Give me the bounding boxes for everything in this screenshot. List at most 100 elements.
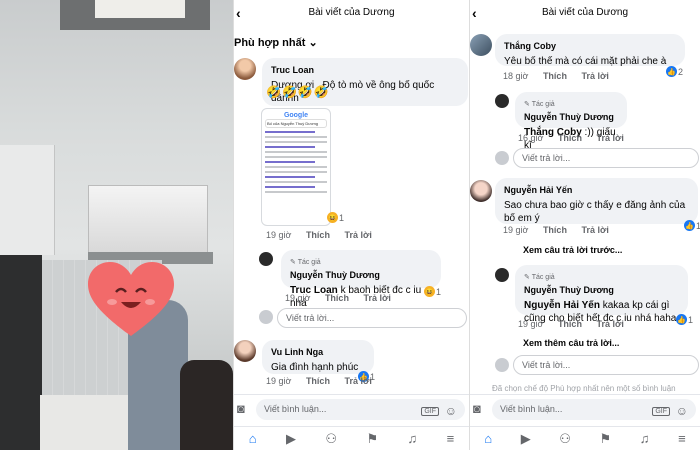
comments-panel-2: ‹ Bài viết của Dương Thắng Coby Yêu bố t… xyxy=(469,0,700,450)
bottom-nav: ⌂ ▶ ⚇ ⚑ ♫ ≡ xyxy=(234,426,469,450)
like-button[interactable]: Thích xyxy=(543,225,567,235)
reply-button[interactable]: Trả lời xyxy=(581,71,608,81)
reply-button[interactable]: Trả lời xyxy=(363,293,390,303)
reply-button[interactable]: Trả lời xyxy=(596,319,623,329)
groups-icon[interactable]: ⚇ xyxy=(559,431,571,447)
comment-text: Gia đình hạnh phúc xyxy=(271,362,359,373)
avatar[interactable] xyxy=(470,180,492,202)
filter-label: Phù hợp nhất xyxy=(234,37,306,49)
author-tag: ✎ Tác giả xyxy=(524,274,555,281)
like-button[interactable]: Thích xyxy=(543,71,567,81)
comment-bubble: Thắng Coby Yêu bố thế mà có cái mặt phải… xyxy=(495,34,685,67)
comment-actions: 18 giờ Thích Trả lời xyxy=(503,71,609,81)
home-icon[interactable]: ⌂ xyxy=(484,431,492,446)
reply-button[interactable]: Trả lời xyxy=(596,133,623,143)
bell-icon[interactable]: ♫ xyxy=(640,431,650,446)
post-header: ‹ Bài viết của Dương xyxy=(470,0,700,26)
comment-filter[interactable]: Phù hợp nhất ⌄ xyxy=(234,36,318,49)
emoji-text: 🤣🤣🤣🤣 xyxy=(266,85,330,99)
comment-composer: ◙ Viết bình luận... GIF ☺ xyxy=(234,394,469,424)
reaction-badge[interactable]: 👍 2 xyxy=(666,66,683,77)
reaction-badge[interactable]: 😆 1 xyxy=(327,212,344,223)
reply-author[interactable]: Nguyễn Thuỳ Dương xyxy=(524,284,679,297)
comment-bubble: Nguyễn Hải Yến Sao chưa bao giờ c thấy e… xyxy=(495,178,698,224)
gif-icon[interactable]: GIF xyxy=(421,407,439,416)
like-button[interactable]: Thích xyxy=(325,293,349,303)
menu-icon[interactable]: ≡ xyxy=(678,431,686,446)
comment-actions: 19 giờ Thích Trả lời xyxy=(503,225,609,235)
like-button[interactable]: Thích xyxy=(558,319,582,329)
comment-text: Yêu bố thế mà có cái mặt phải che à xyxy=(504,56,667,67)
view-previous-replies[interactable]: Xem câu trả lời trước... xyxy=(523,245,622,255)
back-arrow-icon[interactable]: ‹ xyxy=(236,0,241,26)
reply-bubble: ✎ Tác giả Nguyễn Thuỳ Dương Nguyễn Hải Y… xyxy=(515,265,688,324)
google-search-screenshot[interactable]: Google Bố của Nguyễn Thuỳ Dương xyxy=(261,108,331,226)
post-header: ‹ Bài viết của Dương xyxy=(234,0,469,26)
chevron-down-icon: ⌄ xyxy=(308,37,318,49)
chair xyxy=(180,360,233,450)
like-button[interactable]: Thích xyxy=(558,133,582,143)
post-title: Bài viết của Dương xyxy=(541,7,629,18)
like-button[interactable]: Thích xyxy=(306,230,330,240)
reply-actions: 16 giờ Thích Trả lời xyxy=(518,133,624,143)
avatar[interactable] xyxy=(495,94,509,108)
comment-author[interactable]: Nguyễn Hải Yến xyxy=(504,184,689,197)
like-button[interactable]: Thích xyxy=(306,376,330,386)
reply-input[interactable]: Viết trả lời... xyxy=(277,308,467,328)
haha-icon: 😆 xyxy=(327,212,338,223)
comment-input[interactable]: Viết bình luận... GIF ☺ xyxy=(492,399,696,420)
author-tag: ✎ Tác giả xyxy=(524,101,555,108)
avatar xyxy=(259,310,273,324)
comment-author[interactable]: Thắng Coby xyxy=(504,40,676,53)
reaction-badge[interactable]: 👍 1 xyxy=(676,314,693,325)
comment-author[interactable]: Vu Linh Nga xyxy=(271,346,365,359)
view-more-replies[interactable]: Xem thêm câu trả lời... xyxy=(523,338,619,348)
reply-button[interactable]: Trả lời xyxy=(344,230,371,240)
avatar[interactable] xyxy=(495,268,509,282)
comment-actions: 19 giờ Thích Trả lời xyxy=(266,230,372,240)
filter-notice: Đã chọn chế độ Phù hợp nhất nên một số b… xyxy=(492,384,676,393)
avatar[interactable] xyxy=(234,58,256,80)
heart-face-sticker xyxy=(88,262,174,336)
comment-input[interactable]: Viết bình luận... GIF ☺ xyxy=(256,399,465,420)
reply-input[interactable]: Viết trả lời... xyxy=(513,148,699,168)
comment-text: Sao chưa bao giờ c thấy e đăng ảnh của b… xyxy=(504,200,686,224)
back-arrow-icon[interactable]: ‹ xyxy=(472,0,477,26)
comment-author[interactable]: Truc Loan xyxy=(271,64,459,77)
video-icon[interactable]: ▶ xyxy=(286,431,296,447)
home-icon[interactable]: ⌂ xyxy=(249,431,257,446)
gif-icon[interactable]: GIF xyxy=(652,407,670,416)
camera-icon[interactable]: ◙ xyxy=(473,401,481,416)
flag-icon[interactable]: ⚑ xyxy=(600,431,612,447)
comments-panel-1: ‹ Bài viết của Dương Phù hợp nhất ⌄ Truc… xyxy=(233,0,469,450)
reply-button[interactable]: Trả lời xyxy=(344,376,371,386)
avatar[interactable] xyxy=(259,252,273,266)
emoji-icon[interactable]: ☺ xyxy=(445,404,457,418)
range-hood xyxy=(88,185,208,255)
groups-icon[interactable]: ⚇ xyxy=(325,431,337,447)
reply-input[interactable]: Viết trả lời... xyxy=(513,355,699,375)
avatar[interactable] xyxy=(470,34,492,56)
mention[interactable]: Nguyễn Hải Yến xyxy=(524,300,600,311)
bell-icon[interactable]: ♫ xyxy=(408,431,418,446)
reply-button[interactable]: Trả lời xyxy=(581,225,608,235)
reply-bubble: ✎ Tác giả Nguyễn Thuỳ Dương Truc Loan k … xyxy=(281,250,441,309)
comment-actions: 19 giờ Thích Trả lời xyxy=(266,376,372,386)
bottom-nav: ⌂ ▶ ⚇ ⚑ ♫ ≡ xyxy=(470,426,700,450)
emoji-icon[interactable]: ☺ xyxy=(676,404,688,418)
ceiling-light xyxy=(95,0,185,18)
reaction-badge[interactable]: 👍 1 xyxy=(684,220,700,231)
camera-icon[interactable]: ◙ xyxy=(237,401,245,416)
avatar[interactable] xyxy=(234,340,256,362)
video-icon[interactable]: ▶ xyxy=(521,431,531,447)
avatar xyxy=(495,358,509,372)
menu-icon[interactable]: ≡ xyxy=(447,431,455,446)
comment-composer: ◙ Viết bình luận... GIF ☺ xyxy=(470,394,700,424)
flag-icon[interactable]: ⚑ xyxy=(366,431,378,447)
like-icon: 👍 xyxy=(684,220,695,231)
reply-author[interactable]: Nguyễn Thuỳ Dương xyxy=(290,269,432,282)
reply-author[interactable]: Nguyễn Thuỳ Dương xyxy=(524,111,618,124)
like-icon: 👍 xyxy=(676,314,687,325)
reaction-badge[interactable]: 😆 1 xyxy=(424,286,441,297)
refrigerator xyxy=(0,255,42,450)
